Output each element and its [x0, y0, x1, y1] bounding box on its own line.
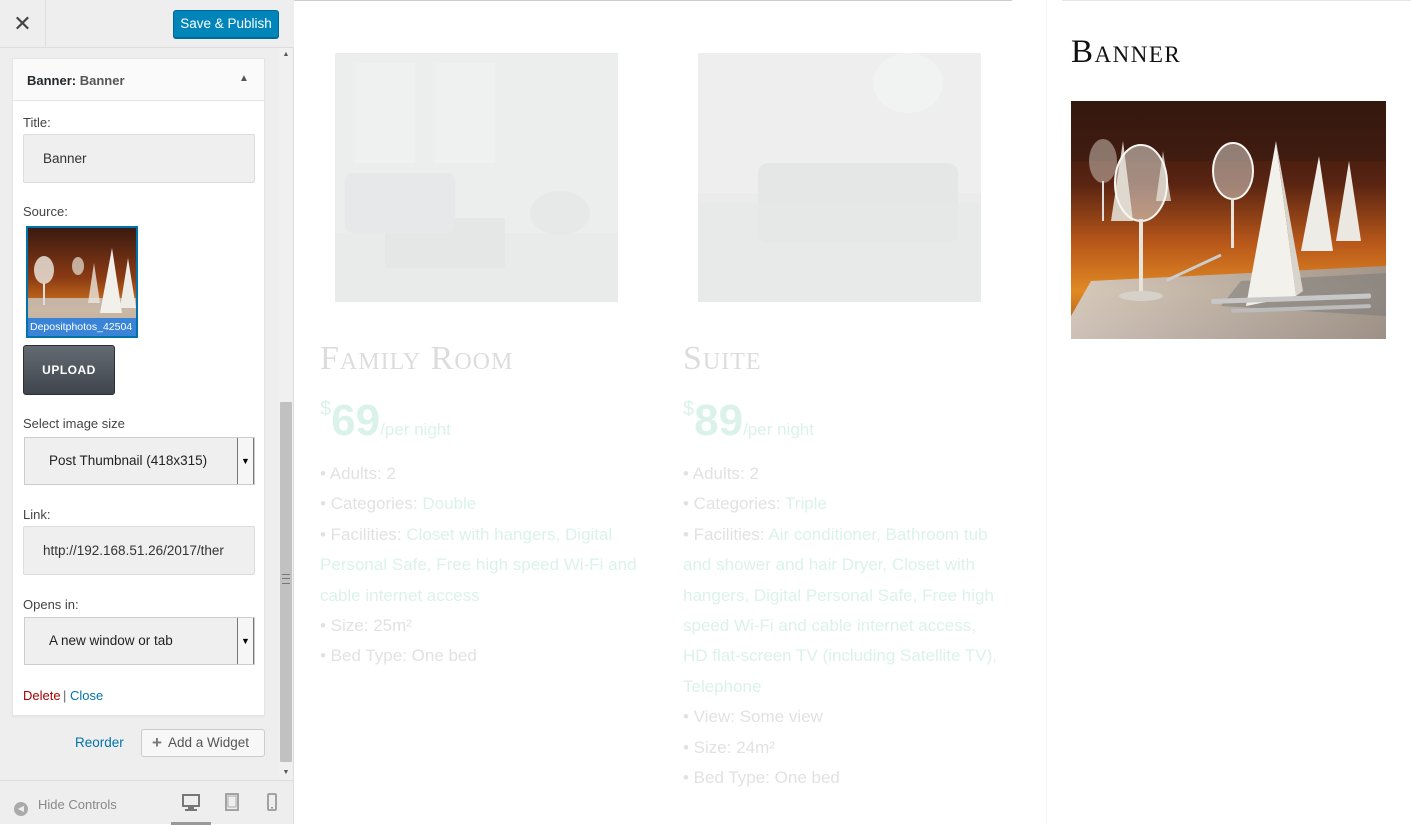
collapse-arrow-icon[interactable]: ▲	[236, 71, 252, 87]
scroll-down-arrow-icon[interactable]: ▼	[279, 766, 293, 780]
add-widget-label: Add a Widget	[167, 735, 249, 750]
source-filename: Depositphotos_42504	[28, 318, 136, 336]
image-size-value: Post Thumbnail (418x315)	[49, 453, 208, 468]
preview-mobile-button[interactable]	[252, 791, 292, 825]
scrollbar-thumb[interactable]	[280, 402, 292, 762]
image-size-select[interactable]: Post Thumbnail (418x315) ▼	[24, 437, 255, 485]
opens-in-label: Opens in:	[23, 597, 79, 612]
desktop-icon	[182, 794, 200, 811]
column-divider	[1046, 0, 1047, 824]
image-size-label: Select image size	[23, 416, 125, 431]
room-listing-faded: Family Room $69/per night • Adults: 2 • …	[294, 0, 1046, 824]
save-publish-button[interactable]: Save & Publish	[173, 10, 279, 38]
opens-in-select[interactable]: A new window or tab ▼	[24, 617, 255, 665]
detail-size: • Size: 24m²	[683, 737, 775, 757]
detail-size: • Size: 25m²	[320, 616, 412, 636]
hide-controls-button[interactable]: ◀ Hide Controls	[14, 797, 117, 816]
room-details: • Adults: 2 • Categories: Triple • Facil…	[683, 459, 1003, 793]
price-period: /per night	[380, 420, 451, 439]
banner-widget-panel: Banner: Banner ▲ Title: Banner Source: D…	[12, 58, 265, 716]
room-name[interactable]: Family Room	[320, 340, 513, 378]
upload-button[interactable]: UPLOAD	[23, 345, 115, 395]
close-icon: ✕	[13, 11, 32, 36]
opens-in-value: A new window or tab	[49, 633, 173, 648]
widget-title-name: Banner	[79, 73, 125, 88]
detail-adults: • Adults: 2	[320, 464, 396, 483]
room-name[interactable]: Suite	[683, 340, 762, 378]
room-image	[335, 53, 618, 302]
link-input[interactable]: http://192.168.51.26/2017/ther	[23, 526, 255, 575]
link-label: Link:	[23, 507, 51, 522]
source-label: Source:	[23, 204, 68, 219]
hide-controls-label: Hide Controls	[38, 797, 117, 812]
price-amount: 69	[331, 396, 381, 445]
detail-facilities: • Facilities: Air conditioner, Bathroom …	[683, 524, 997, 696]
collapse-circle-icon: ◀	[14, 802, 28, 816]
preview-tablet-button[interactable]	[212, 791, 252, 825]
customizer-footer: ◀ Hide Controls	[0, 780, 293, 825]
dropdown-arrow-icon: ▼	[237, 618, 254, 664]
top-border	[1062, 0, 1411, 1]
dining-table-image	[1071, 101, 1386, 339]
customizer-sidebar: ✕ Save & Publish Banner: Banner ▲ Title:…	[0, 0, 294, 825]
close-customizer-button[interactable]: ✕	[0, 0, 46, 48]
widget-header[interactable]: Banner: Banner ▲	[13, 59, 264, 101]
currency-symbol: $	[683, 398, 695, 420]
detail-bed: • Bed Type: One bed	[320, 646, 477, 666]
dropdown-arrow-icon: ▼	[237, 438, 254, 484]
tablet-icon	[225, 793, 239, 811]
room-image	[698, 53, 981, 302]
detail-view: • View: Some view	[683, 707, 823, 727]
add-widget-button[interactable]: + Add a Widget	[141, 729, 265, 757]
delete-link[interactable]: Delete	[23, 688, 61, 703]
mobile-icon	[267, 793, 277, 811]
room-price: $89/per night	[683, 396, 814, 446]
title-input[interactable]: Banner	[23, 134, 255, 183]
close-widget-link[interactable]: Close	[70, 688, 103, 703]
room-details: • Adults: 2 • Categories: Double • Facil…	[320, 459, 640, 672]
price-period: /per night	[743, 420, 814, 439]
banner-widget-title: Banner	[1071, 34, 1182, 70]
plus-icon: +	[152, 733, 162, 752]
banner-image[interactable]	[1071, 101, 1386, 339]
detail-facilities: • Facilities: Closet with hangers, Digit…	[320, 524, 637, 605]
detail-categories: • Categories: Double	[320, 494, 477, 514]
link-separator: |	[63, 688, 67, 703]
price-amount: 89	[694, 396, 744, 445]
reorder-link[interactable]: Reorder	[75, 735, 124, 750]
room-price: $69/per night	[320, 396, 451, 446]
scroll-up-arrow-icon[interactable]: ▲	[279, 48, 293, 62]
source-image-thumbnail[interactable]: Depositphotos_42504	[26, 226, 138, 338]
title-label: Title:	[23, 115, 51, 130]
site-preview: Family Room $69/per night • Adults: 2 • …	[294, 0, 1411, 824]
customizer-header: ✕ Save & Publish	[0, 0, 294, 48]
preview-desktop-button[interactable]	[171, 791, 211, 825]
currency-symbol: $	[320, 398, 332, 420]
detail-bed: • Bed Type: One bed	[683, 768, 840, 788]
scroll-grip-icon	[282, 574, 290, 584]
sidebar-scrollbar[interactable]: ▲ ▼	[279, 48, 293, 780]
detail-adults: • Adults: 2	[683, 464, 759, 483]
widget-title: Banner: Banner	[27, 73, 125, 88]
detail-categories: • Categories: Triple	[683, 494, 827, 514]
